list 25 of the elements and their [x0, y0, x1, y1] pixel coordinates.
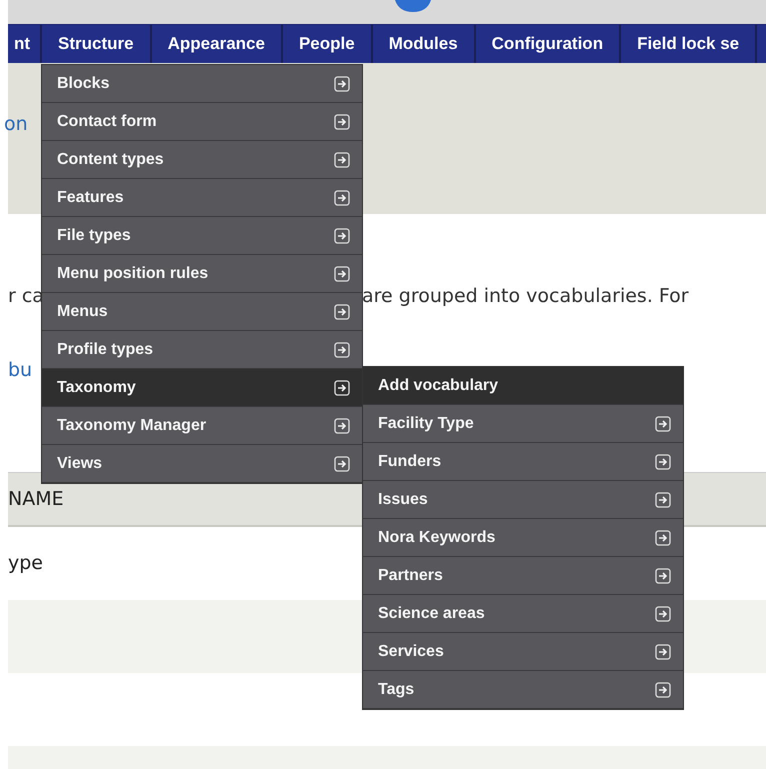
toolbar-icon[interactable]: [393, 0, 433, 12]
menu-item[interactable]: Blocks: [42, 65, 362, 103]
add-vocabulary-link[interactable]: bu: [8, 359, 32, 381]
menu-item[interactable]: Contact form: [42, 103, 362, 141]
menu-item[interactable]: Funders: [363, 443, 683, 481]
menu-item[interactable]: Profile types: [42, 331, 362, 369]
menu-item[interactable]: Content types: [42, 141, 362, 179]
menu-item[interactable]: Science areas: [363, 595, 683, 633]
menu-item[interactable]: File types: [42, 217, 362, 255]
menu-item[interactable]: Taxonomy Manager: [42, 407, 362, 445]
menu-item[interactable]: Nora Keywords: [363, 519, 683, 557]
description-text: are grouped into vocabularies. For: [362, 285, 689, 307]
menu-item[interactable]: Services: [363, 633, 683, 671]
menu-item[interactable]: Issues: [363, 481, 683, 519]
menu-item[interactable]: Facility Type: [363, 405, 683, 443]
menu-item[interactable]: Add vocabulary: [363, 367, 683, 405]
menu-item[interactable]: Menu position rules: [42, 255, 362, 293]
menu-item[interactable]: Taxonomy: [42, 369, 362, 407]
menu-item[interactable]: Views: [42, 445, 362, 483]
menu-item[interactable]: Menus: [42, 293, 362, 331]
table-cell: ype: [8, 552, 43, 574]
menu-item[interactable]: Tags: [363, 671, 683, 709]
breadcrumb-link[interactable]: on: [4, 113, 28, 135]
menu-item[interactable]: Features: [42, 179, 362, 217]
menu-item[interactable]: Partners: [363, 557, 683, 595]
